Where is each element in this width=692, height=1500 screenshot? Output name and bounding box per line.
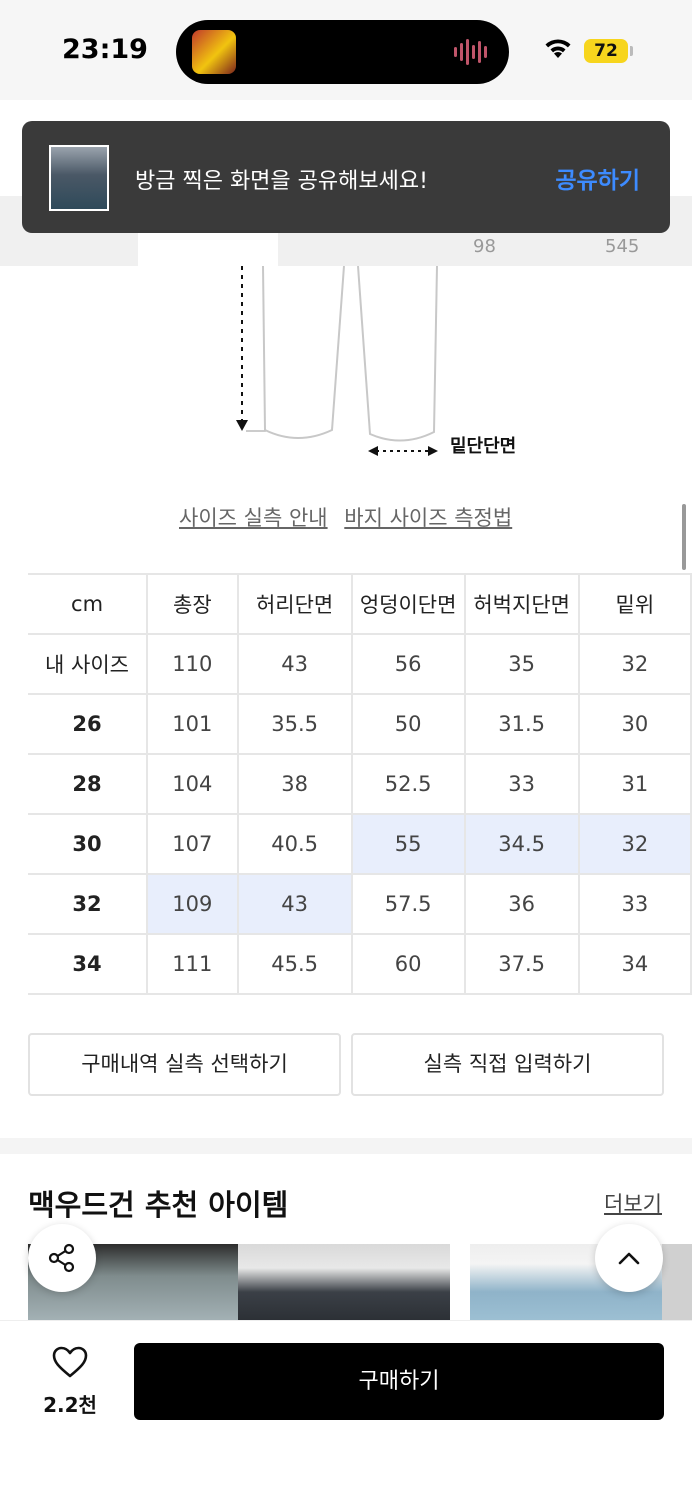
see-more-link[interactable]: 더보기 [604, 1188, 662, 1218]
header-cell: cm [28, 573, 149, 634]
table-cell: 32 [578, 633, 692, 694]
table-cell: 52.5 [351, 753, 466, 814]
table-cell: 107 [147, 813, 239, 874]
size-guide-links: 사이즈 실측 안내 바지 사이즈 측정법 [179, 502, 522, 532]
table-cell: 111 [147, 933, 239, 995]
table-cell: 50 [351, 693, 466, 754]
heart-icon [52, 1346, 88, 1378]
scroll-top-button[interactable] [595, 1224, 663, 1292]
manual-measure-input-button[interactable]: 실측 직접 입력하기 [351, 1033, 664, 1096]
table-cell-matched: 55 [351, 813, 466, 874]
row-label: 28 [28, 753, 149, 814]
like-button[interactable]: 2.2천 [30, 1345, 110, 1418]
audio-wave-icon [454, 38, 487, 66]
table-cell: 31 [578, 753, 692, 814]
table-cell-matched: 43 [237, 873, 353, 934]
table-cell: 35.5 [237, 693, 353, 754]
row-label: 26 [28, 693, 149, 754]
header-cell: 밑위 [578, 573, 692, 634]
table-cell: 57.5 [351, 873, 466, 934]
header-cell: 허벅지단면 [464, 573, 580, 634]
table-cell: 40.5 [237, 813, 353, 874]
chevron-up-icon [618, 1252, 640, 1265]
table-row: 30 107 40.5 55 34.5 32 [28, 813, 692, 874]
size-guide-link[interactable]: 사이즈 실측 안내 [179, 506, 328, 530]
table-row-my-size: 내 사이즈 110 43 56 35 32 [28, 633, 692, 694]
table-cell: 45.5 [237, 933, 353, 995]
table-row: 28 104 38 52.5 33 31 [28, 753, 692, 814]
row-label: 34 [28, 933, 149, 995]
table-row: 32 109 43 57.5 36 33 [28, 873, 692, 934]
table-cell: 56 [351, 633, 466, 694]
battery-tip [630, 46, 633, 56]
section-divider [0, 1138, 692, 1154]
table-cell: 33 [464, 753, 580, 814]
table-cell: 35 [464, 633, 580, 694]
share-toast[interactable]: 방금 찍은 화면을 공유해보세요! 공유하기 [22, 121, 670, 233]
table-cell-matched: 32 [578, 813, 692, 874]
bottom-purchase-bar: 2.2천 구매하기 [0, 1320, 692, 1500]
hem-width-label: 밑단단면 [450, 436, 517, 457]
row-label: 32 [28, 873, 149, 934]
table-cell: 101 [147, 693, 239, 754]
pants-measure-link[interactable]: 바지 사이즈 측정법 [344, 506, 512, 530]
table-cell-matched: 109 [147, 873, 239, 934]
size-table-scroller[interactable]: cm 총장 허리단면 엉덩이단면 허벅지단면 밑위 내 사이즈 110 43 5… [0, 560, 692, 1010]
like-count: 2.2천 [43, 1393, 97, 1417]
table-cell: 33 [578, 873, 692, 934]
table-row: 26 101 35.5 50 31.5 30 [28, 693, 692, 754]
tab-count: 545 [605, 236, 640, 257]
table-cell: 104 [147, 753, 239, 814]
purchase-history-measure-button[interactable]: 구매내역 실측 선택하기 [28, 1033, 341, 1096]
toast-message: 방금 찍은 화면을 공유해보세요! [135, 169, 428, 194]
product-image[interactable] [662, 1244, 692, 1324]
wifi-icon [545, 39, 571, 58]
pants-outline-icon [236, 265, 438, 456]
dynamic-island[interactable] [176, 20, 509, 84]
table-cell: 30 [578, 693, 692, 754]
battery-icon: 72 [584, 39, 628, 63]
table-header-row: cm 총장 허리단면 엉덩이단면 허벅지단면 밑위 [28, 573, 692, 634]
share-icon [48, 1243, 75, 1273]
table-cell: 43 [237, 633, 353, 694]
pants-size-diagram: 밑단단면 [0, 265, 692, 466]
table-cell: 34 [578, 933, 692, 995]
header-cell: 엉덩이단면 [351, 573, 466, 634]
clock: 23:19 [62, 34, 148, 65]
share-button-floating[interactable] [28, 1224, 96, 1292]
product-image[interactable] [238, 1244, 450, 1324]
header-cell: 총장 [147, 573, 239, 634]
table-cell: 60 [351, 933, 466, 995]
tab-count: 98 [473, 236, 496, 257]
screenshot-thumbnail [49, 145, 109, 211]
buy-button[interactable]: 구매하기 [134, 1343, 664, 1420]
status-bar: 23:19 72 [0, 0, 692, 100]
table-cell: 36 [464, 873, 580, 934]
share-button[interactable]: 공유하기 [555, 161, 640, 195]
row-label: 내 사이즈 [28, 633, 149, 694]
row-label: 30 [28, 813, 149, 874]
table-cell: 38 [237, 753, 353, 814]
header-cell: 허리단면 [237, 573, 353, 634]
table-cell-matched: 34.5 [464, 813, 580, 874]
table-cell: 31.5 [464, 693, 580, 754]
table-cell: 110 [147, 633, 239, 694]
now-playing-art-icon [192, 30, 236, 74]
table-row: 34 111 45.5 60 37.5 34 [28, 933, 692, 995]
recommend-title: 맥우드건 추천 아이템 [28, 1188, 289, 1222]
size-table: cm 총장 허리단면 엉덩이단면 허벅지단면 밑위 내 사이즈 110 43 5… [28, 573, 692, 995]
table-cell: 37.5 [464, 933, 580, 995]
